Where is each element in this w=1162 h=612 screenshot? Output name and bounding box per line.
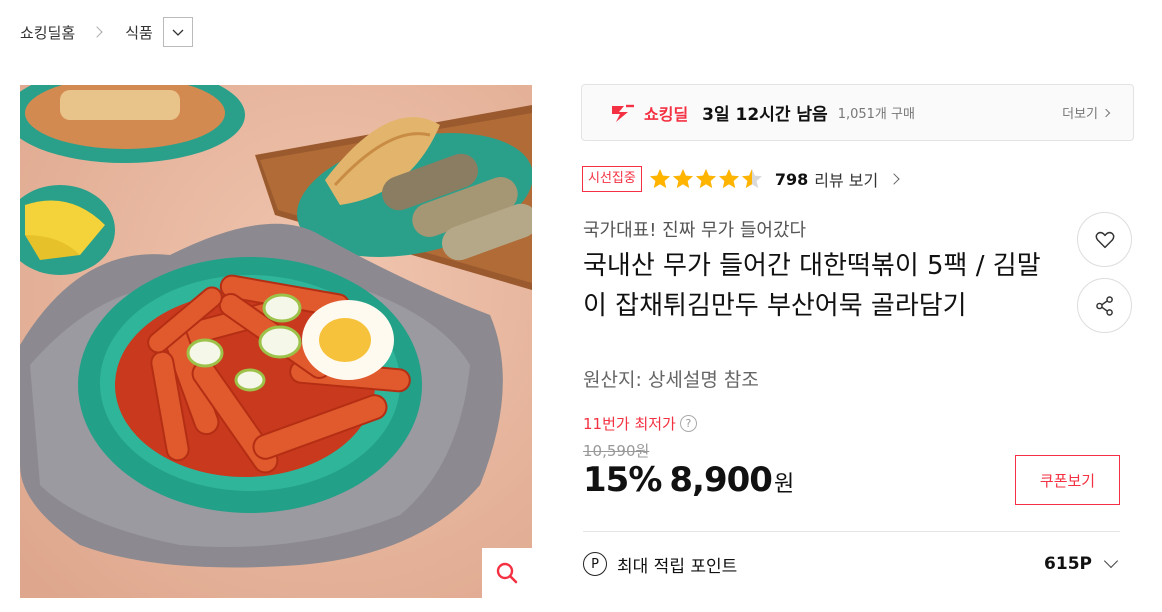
- help-icon[interactable]: ?: [679, 415, 697, 432]
- deal-sold-count: 1,051개 구매: [837, 107, 915, 122]
- breadcrumb-category-link[interactable]: 식품: [125, 22, 153, 43]
- star-icon: [695, 169, 716, 188]
- magnifier-icon: [496, 562, 518, 584]
- points-row[interactable]: P 최대 적립 포인트 615P: [583, 548, 1120, 580]
- discount-rate: 15%: [583, 460, 662, 500]
- review-link[interactable]: 리뷰 보기: [814, 167, 878, 191]
- divider: [583, 531, 1120, 532]
- chevron-down-icon[interactable]: [1103, 553, 1119, 569]
- deal-more-label: 더보기: [1062, 107, 1098, 122]
- breadcrumb: 쇼킹딜홈 식품: [20, 16, 193, 48]
- breadcrumb-home-link[interactable]: 쇼킹딜홈: [20, 22, 75, 43]
- deal-brand: 쇼킹딜: [644, 104, 689, 124]
- deal-time-left: 3일 12시간 남음: [702, 105, 828, 125]
- rating-row: 시선집중 798 리뷰 보기: [582, 164, 900, 194]
- category-dropdown-button[interactable]: [162, 17, 193, 47]
- like-button[interactable]: [1077, 212, 1132, 267]
- focus-badge: 시선집중: [582, 166, 642, 192]
- product-title: 국내산 무가 들어간 대한떡볶이 5팩 / 김말이 잡채튀김만두 부산어묵 골라…: [583, 251, 1041, 321]
- best-price-label: 11번가 최저가 ?: [583, 413, 697, 434]
- tteokbokki-photo: [20, 85, 532, 598]
- breadcrumb-separator-icon: [91, 26, 103, 38]
- star-icon: [649, 169, 670, 188]
- deal-more-link[interactable]: 더보기: [1062, 103, 1111, 122]
- zoom-button[interactable]: [482, 548, 532, 598]
- star-rating: [648, 167, 763, 191]
- chevron-right-icon[interactable]: [888, 173, 900, 185]
- chevron-right-icon: [1101, 108, 1111, 117]
- points-value: 615P: [1044, 554, 1092, 574]
- final-price: 15% 8,900 원: [583, 460, 794, 500]
- sale-price: 8,900: [669, 460, 773, 500]
- lightning-icon: [612, 104, 634, 122]
- chevron-down-icon: [172, 29, 184, 36]
- coupon-button[interactable]: 쿠폰보기: [1015, 455, 1120, 505]
- points-label: 최대 적립 포인트: [617, 556, 738, 577]
- currency-unit: 원: [773, 472, 795, 497]
- star-icon: [672, 169, 693, 188]
- star-icon: [741, 169, 762, 188]
- point-icon: P: [583, 552, 607, 576]
- shocking-deal-bar: 쇼킹딜 3일 12시간 남음 1,051개 구매 더보기: [581, 84, 1134, 141]
- share-button[interactable]: [1077, 278, 1132, 333]
- star-icon: [718, 169, 739, 188]
- product-origin: 원산지: 상세설명 참조: [583, 369, 759, 391]
- best-price-text: 11번가 최저가: [583, 415, 676, 433]
- review-count[interactable]: 798: [775, 170, 808, 189]
- heart-icon: [1095, 231, 1114, 248]
- original-price: 10,590원: [583, 442, 650, 460]
- shocking-deal-logo: 쇼킹딜: [610, 101, 702, 125]
- product-subtitle: 국가대표! 진짜 무가 들어갔다: [583, 220, 807, 241]
- product-image[interactable]: [20, 85, 532, 598]
- share-icon: [1095, 295, 1113, 316]
